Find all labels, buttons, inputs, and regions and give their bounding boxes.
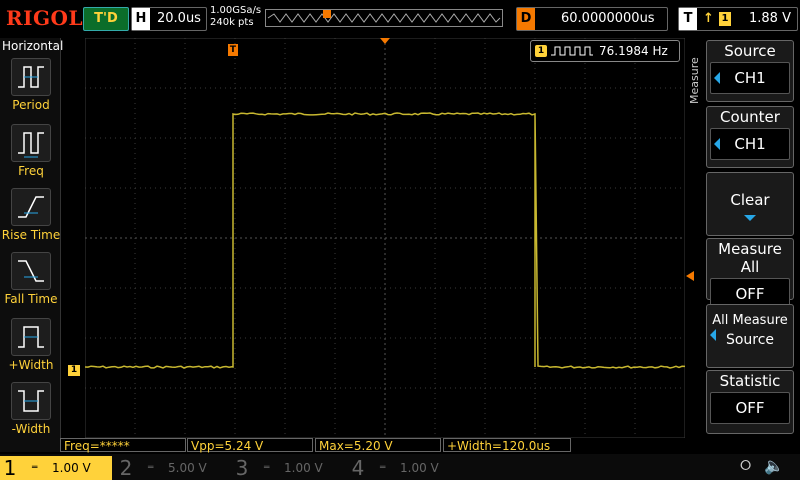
trigger-readout[interactable]: T ↑ 1 1.88 V [678, 7, 798, 31]
left-menu-panel: Horizontal Period Freq Rise Time Fall Ti… [0, 38, 64, 452]
source-label: Source [724, 42, 776, 60]
measure-all-label: Measure All [718, 240, 782, 276]
counter-selector-arrow-icon [714, 138, 720, 150]
channel-3-scale: 1.00 V [284, 461, 323, 475]
trigger-level-marker-icon[interactable] [686, 271, 694, 281]
statistic-label: Statistic [719, 372, 781, 390]
usb-icon: ⭘ [740, 458, 752, 474]
clear-button[interactable]: Clear [706, 172, 794, 236]
clear-label: Clear [730, 191, 770, 209]
channel-1-tab[interactable]: 1 ═ 1.00 V [0, 456, 112, 480]
negative-width-icon[interactable] [11, 382, 51, 420]
all-measure-source-menu[interactable]: All Measure Source [706, 304, 794, 368]
ch1-ground-marker[interactable]: 1 [68, 365, 80, 376]
positive-width-label[interactable]: +Width [0, 358, 62, 372]
source-selector-arrow-icon [714, 72, 720, 84]
measurement-pos-width[interactable]: +Width=120.0us [443, 438, 571, 453]
channel-4-tab[interactable]: 4 ═ 1.00 V [348, 456, 460, 480]
negative-width-label[interactable]: -Width [0, 422, 62, 436]
rising-edge-icon: ↑ [703, 11, 714, 26]
delay-readout[interactable]: D 60.0000000us [516, 7, 668, 31]
all-measure-label: All Measure [712, 313, 788, 328]
trigger-level: 1.88 V [749, 11, 791, 26]
measure-all-menu[interactable]: Measure All OFF [706, 238, 794, 310]
counter-value: CH1 [734, 135, 766, 153]
statistic-menu[interactable]: Statistic OFF [706, 370, 794, 434]
source-value: CH1 [734, 69, 766, 87]
channel-4-scale: 1.00 V [400, 461, 439, 475]
channel-4-number: 4 [351, 456, 365, 480]
horizontal-key: H [132, 8, 150, 30]
channel-1-scale: 1.00 V [52, 461, 91, 475]
channel-1-number: 1 [3, 456, 17, 480]
trigger-source: 1 [719, 12, 731, 26]
memory-depth: 240k pts [210, 17, 254, 28]
all-measure-arrow-icon [710, 329, 716, 341]
left-menu-title: Horizontal [2, 39, 64, 53]
frequency-value: 76.1984 Hz [599, 44, 668, 58]
dc-coupling-icon: ═ [32, 463, 38, 473]
dc-coupling-icon: ═ [264, 463, 270, 473]
channel-2-number: 2 [119, 456, 133, 480]
center-marker-icon [380, 38, 390, 44]
brand-logo: RIGOL [6, 6, 84, 30]
channel-3-number: 3 [235, 456, 249, 480]
all-measure-source-value: Source [725, 332, 775, 348]
source-menu[interactable]: Source CH1 [706, 40, 794, 102]
delay-value: 60.0000000us [561, 11, 655, 26]
rise-time-label[interactable]: Rise Time [0, 228, 62, 242]
statistic-value: OFF [735, 399, 765, 417]
speaker-muted-icon[interactable]: 🔈 [764, 456, 784, 475]
measurement-vpp[interactable]: Vpp=5.24 V [187, 438, 313, 453]
period-icon[interactable] [11, 58, 51, 96]
run-state-badge[interactable]: T'D [83, 7, 129, 31]
square-wave-icon [551, 46, 593, 56]
measure-all-value: OFF [735, 285, 765, 303]
positive-width-icon[interactable] [11, 318, 51, 356]
delay-key: D [517, 8, 535, 30]
dc-coupling-icon: ═ [380, 463, 386, 473]
rise-time-icon[interactable] [11, 188, 51, 226]
waveform-display[interactable] [85, 38, 685, 438]
clear-expand-icon [744, 215, 756, 221]
graticule [85, 38, 685, 438]
timebase-value: 20.0us [157, 11, 201, 26]
measurement-max[interactable]: Max=5.20 V [315, 438, 441, 453]
memory-waveform-preview [267, 10, 501, 23]
freq-label[interactable]: Freq [0, 164, 62, 178]
sample-rate: 1.00GSa/s [210, 5, 262, 16]
trigger-position-marker[interactable]: T [228, 44, 238, 56]
sample-info: 1.00GSa/s 240k pts [210, 5, 261, 29]
trigger-key: T [679, 8, 697, 30]
fall-time-label[interactable]: Fall Time [0, 292, 62, 306]
dc-coupling-icon: ═ [148, 463, 154, 473]
period-label[interactable]: Period [0, 98, 62, 112]
menu-group-label: Measure [688, 57, 701, 104]
channel-2-tab[interactable]: 2 ═ 5.00 V [116, 456, 228, 480]
freq-icon[interactable] [11, 124, 51, 162]
frequency-counter-box: 1 76.1984 Hz [530, 40, 680, 62]
horizontal-timebase[interactable]: H 20.0us [131, 7, 207, 31]
counter-menu[interactable]: Counter CH1 [706, 106, 794, 168]
measurement-freq[interactable]: Freq=***** [60, 438, 186, 453]
memory-window [265, 9, 503, 27]
channel-3-tab[interactable]: 3 ═ 1.00 V [232, 456, 344, 480]
memory-trigger-marker [323, 10, 331, 18]
counter-label: Counter [720, 108, 780, 126]
counter-channel-badge: 1 [535, 45, 547, 57]
channel-2-scale: 5.00 V [168, 461, 207, 475]
fall-time-icon[interactable] [11, 252, 51, 290]
